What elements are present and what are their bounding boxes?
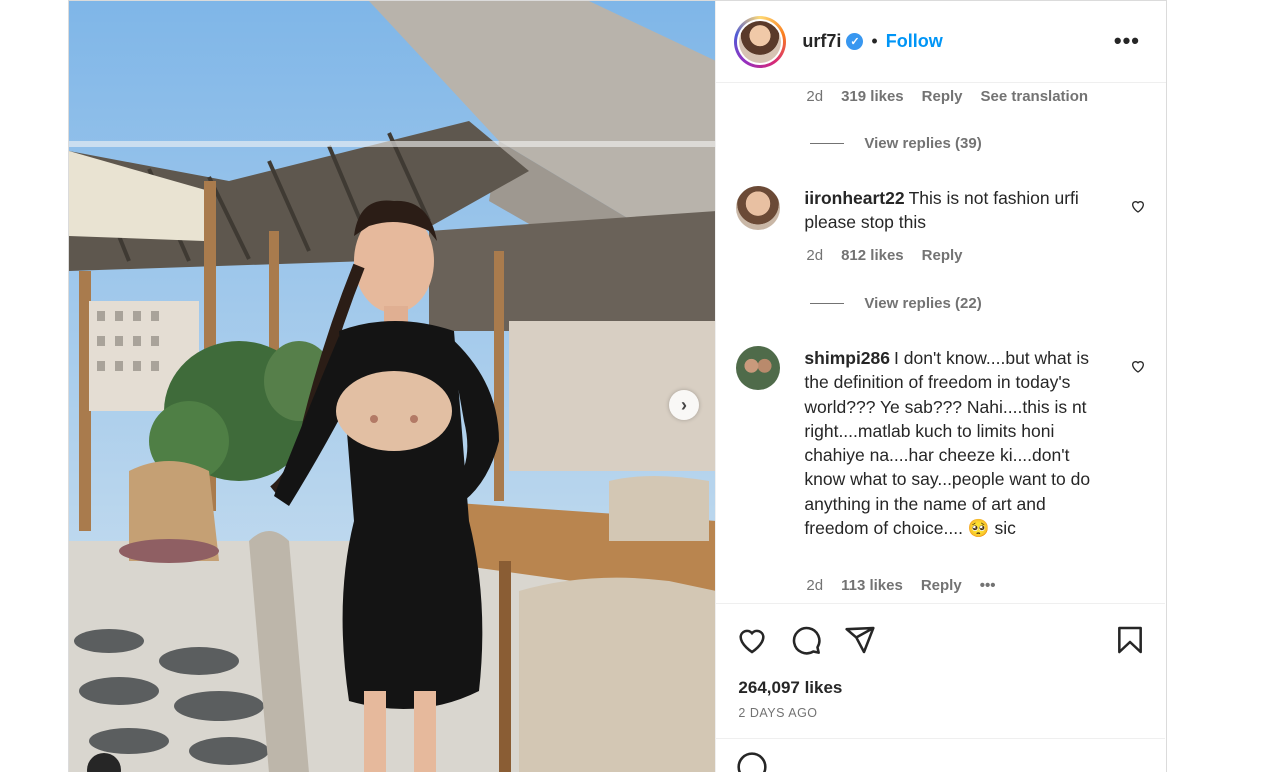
save-icon[interactable]: [1114, 624, 1146, 656]
comment-time: 2d: [806, 88, 824, 105]
view-replies-label: View replies (22): [864, 295, 982, 312]
share-icon[interactable]: [844, 624, 876, 656]
post-dialog: › urf7i ✓ • Follow ••• 2d 319 likes Repl…: [68, 0, 1167, 772]
view-replies-button[interactable]: View replies (22): [810, 295, 982, 312]
author-username[interactable]: urf7i: [802, 31, 841, 52]
comment-meta: 2d 319 likes Reply See translation: [806, 88, 1106, 105]
follow-button[interactable]: Follow: [886, 31, 943, 52]
post-side-panel: urf7i ✓ • Follow ••• 2d 319 likes Reply …: [715, 1, 1166, 772]
author-avatar[interactable]: [739, 20, 782, 63]
comment-options-icon[interactable]: •••: [980, 577, 996, 594]
comment-meta: 2d 812 likes Reply: [806, 247, 980, 264]
more-options-icon[interactable]: •••: [1114, 28, 1140, 54]
photo-illustration: [69, 1, 716, 772]
comments-list[interactable]: 2d 319 likes Reply See translation View …: [716, 84, 1165, 602]
reply-button[interactable]: Reply: [921, 577, 962, 594]
reply-button[interactable]: Reply: [922, 88, 963, 105]
like-icon[interactable]: [736, 624, 768, 656]
post-photo[interactable]: ›: [69, 1, 716, 772]
comment-content: I don't know....but what is the definiti…: [804, 348, 1091, 539]
like-comment-icon[interactable]: [1130, 358, 1146, 374]
page: › urf7i ✓ • Follow ••• 2d 319 likes Repl…: [0, 0, 1267, 772]
view-replies-label: View replies (39): [864, 135, 982, 152]
commenter-username[interactable]: iironheart22: [804, 188, 904, 208]
commenter-avatar[interactable]: [736, 186, 781, 230]
like-comment-icon[interactable]: [1130, 198, 1146, 214]
comment-text: iironheart22 This is not fashion urfi ple…: [804, 186, 1104, 235]
action-bar: [716, 603, 1166, 676]
emoji-icon[interactable]: [736, 751, 768, 772]
view-replies-button[interactable]: View replies (39): [810, 135, 982, 152]
header-separator: •: [871, 31, 878, 51]
commenter-username[interactable]: shimpi286: [804, 348, 890, 368]
post-timestamp: 2 DAYS AGO: [738, 706, 818, 720]
commenter-avatar[interactable]: [736, 346, 781, 390]
comment-text: shimpi286 I don't know....but what is the…: [804, 346, 1104, 540]
next-photo-button[interactable]: ›: [669, 390, 699, 420]
comment-likes[interactable]: 113 likes: [841, 577, 903, 594]
comment-item: shimpi286 I don't know....but what is the…: [736, 346, 1146, 540]
comment-icon[interactable]: [790, 624, 822, 656]
replies-divider: [810, 143, 845, 144]
story-ring[interactable]: [734, 15, 787, 68]
add-comment-section[interactable]: [716, 738, 1166, 772]
replies-divider: [810, 303, 845, 304]
comment-item: iironheart22 This is not fashion urfi ple…: [736, 186, 1146, 235]
comment-likes[interactable]: 319 likes: [841, 88, 904, 105]
see-translation-button[interactable]: See translation: [981, 88, 1089, 105]
comment-time: 2d: [806, 247, 824, 264]
comment-meta: 2d 113 likes Reply •••: [806, 577, 1013, 594]
post-header: urf7i ✓ • Follow •••: [716, 1, 1166, 83]
comment-time: 2d: [806, 577, 824, 594]
likes-count[interactable]: 264,097 likes: [738, 678, 842, 698]
comment-likes[interactable]: 812 likes: [841, 247, 904, 264]
reply-button[interactable]: Reply: [922, 247, 963, 264]
verified-badge-icon: ✓: [846, 33, 864, 50]
